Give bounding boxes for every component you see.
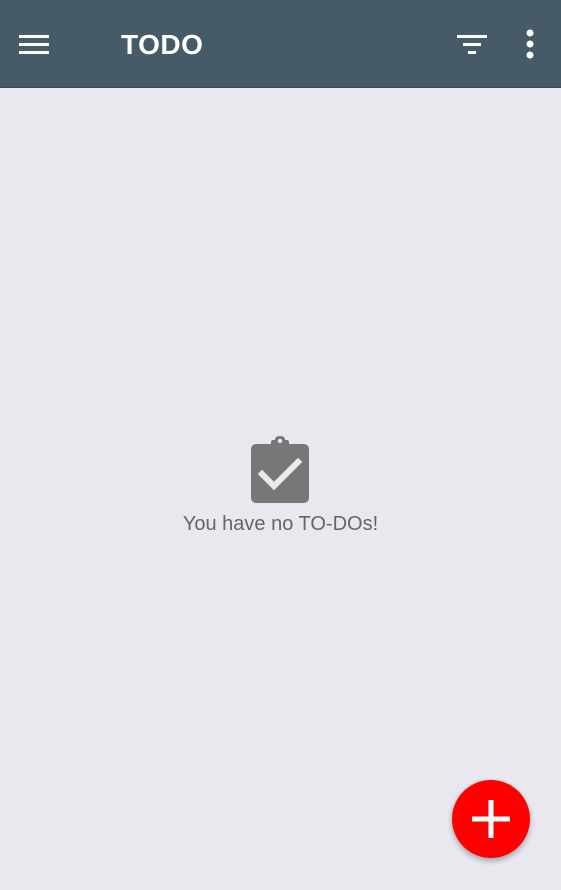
empty-state: You have no TO-DOs! [0, 436, 561, 536]
toolbar: TODO [0, 0, 561, 88]
app-title: TODO [121, 29, 204, 60]
filter-button[interactable] [442, 14, 502, 74]
plus-icon [472, 800, 510, 838]
app-screen: TODO You have no TO-DOs! [0, 0, 561, 890]
menu-button[interactable] [4, 14, 64, 74]
more-vertical-icon [526, 29, 534, 59]
filter-list-icon [457, 35, 487, 54]
overflow-menu-button[interactable] [506, 14, 554, 74]
add-todo-button[interactable] [452, 780, 530, 858]
clipboard-check-icon [250, 436, 309, 503]
hamburger-menu-icon [19, 35, 49, 54]
empty-state-message: You have no TO-DOs! [182, 513, 379, 535]
